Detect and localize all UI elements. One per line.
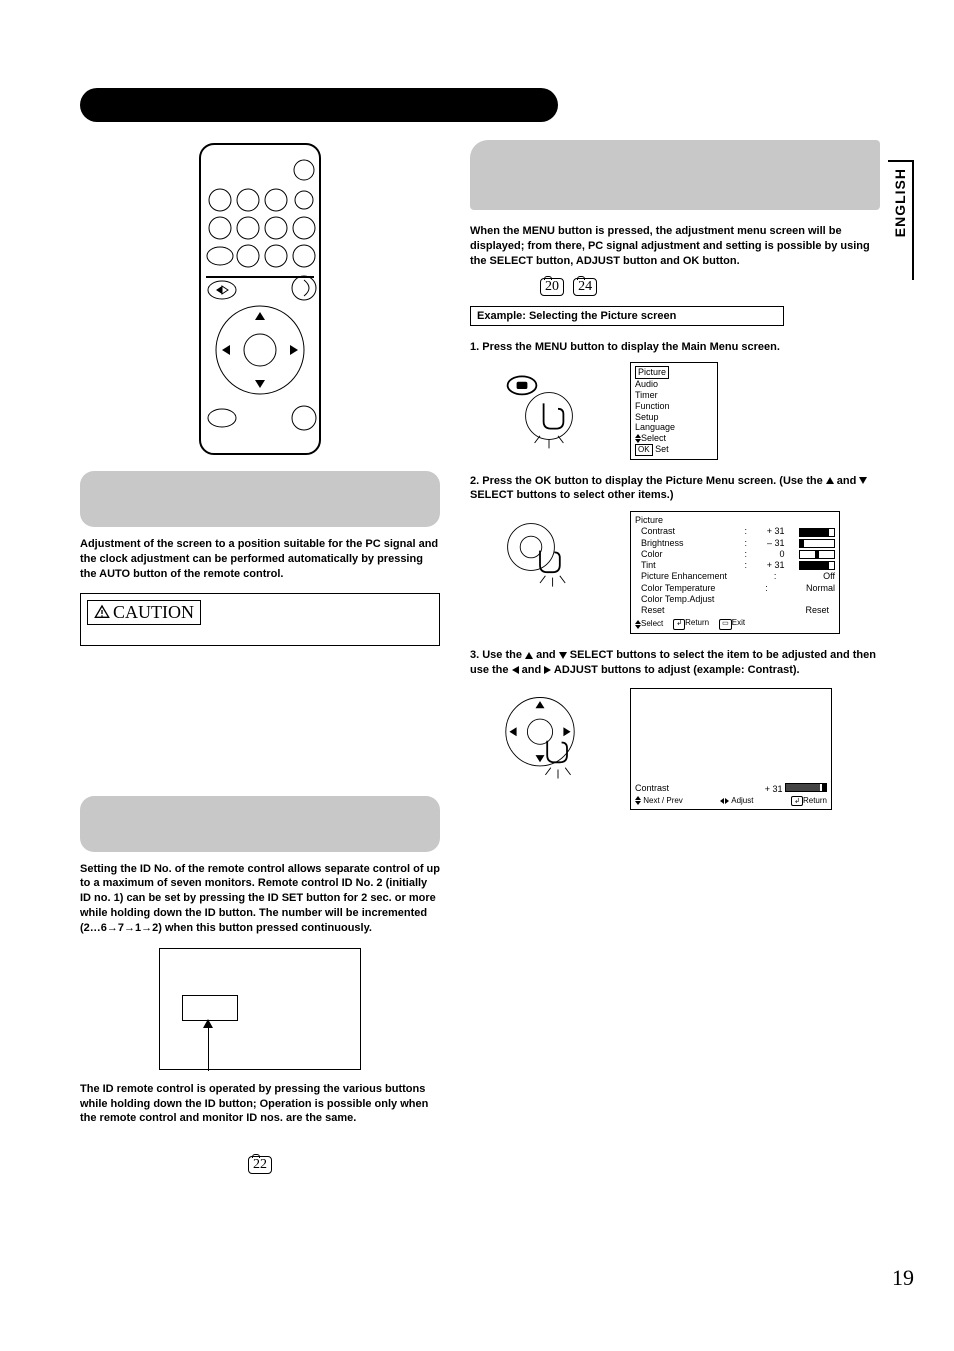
page-ref-24: 24 [573,278,597,296]
dpad-icon [495,688,585,788]
press-ok-icon [495,511,585,601]
id-diagram [159,948,361,1070]
main-menu-box: Picture Audio Timer Function Setup Langu… [630,362,718,459]
contrast-adjust-box: Contrast + 31 Next / Prev Adjust ↲Return [630,688,832,810]
subsection-bar-menu [470,140,880,210]
picture-menu-box: Picture Contrast:+ 31 Brightness:– 31 Co… [630,511,840,634]
caution-box: CAUTION [80,593,440,646]
id-set-text: Setting the ID No. of the remote control… [80,862,440,936]
up-triangle-icon [525,652,533,659]
up-triangle-icon [826,477,834,484]
language-label: ENGLISH [892,168,908,237]
page-ref-20: 20 [540,278,564,296]
page-ref-22: 22 [248,1156,272,1174]
down-triangle-icon [559,652,567,659]
example-label: Example: Selecting the Picture screen [470,306,784,326]
step-3: 3. Use the and SELECT buttons to select … [470,648,880,678]
menu-intro-text: When the MENU button is pressed, the adj… [470,224,880,269]
down-triangle-icon [859,477,867,484]
auto-adjust-text: Adjustment of the screen to a position s… [80,537,440,582]
right-column: When the MENU button is pressed, the adj… [470,140,880,810]
caution-label: CAUTION [87,600,201,625]
step-2: 2. Press the OK button to display the Pi… [470,474,880,504]
id-operate-text: The ID remote control is operated by pre… [80,1082,440,1127]
section-header-pill [80,88,558,122]
left-triangle-icon [512,666,519,674]
left-column: Adjustment of the screen to a position s… [80,140,440,1174]
step-1: 1. Press the MENU button to display the … [470,340,880,355]
subsection-bar-auto [80,471,440,527]
press-menu-icon [495,362,585,452]
subsection-bar-id [80,796,440,852]
warning-icon [94,604,110,620]
page-number: 19 [892,1265,914,1291]
language-tab: ENGLISH [888,160,914,280]
remote-illustration [80,140,440,463]
